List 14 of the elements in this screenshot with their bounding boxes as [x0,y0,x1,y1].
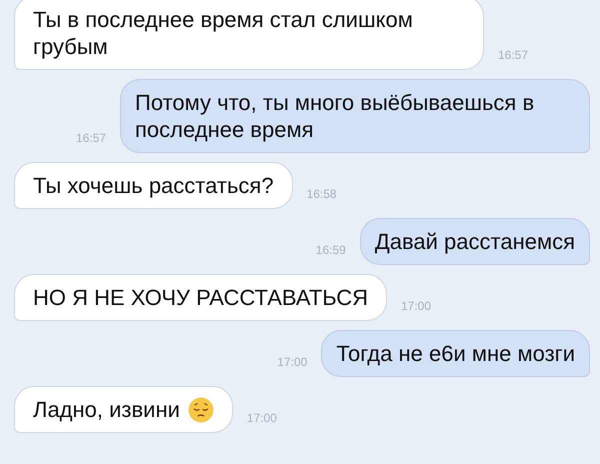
message-time: 17:00 [246,411,277,427]
message-text: Тогда не е6и мне мозги [336,340,575,367]
message-text: Давай расстанемся [374,228,575,255]
message-text: Потому что, ты много выёбываешься в последнее время [135,89,536,143]
message-time: 16:57 [498,48,528,64]
message-time: 16:58 [306,187,337,203]
message-time: 16:59 [316,243,346,259]
message-time: 16:57 [76,131,106,147]
message-time: 17:00 [401,299,432,315]
message-text: НО Я НЕ ХОЧУ РАССТАВАТЬСЯ [33,284,368,311]
message-text: Ты хочешь расстаться? [33,172,274,199]
message-text: Ладно, извини [33,396,180,423]
message-time: 17:00 [277,355,308,371]
message-text: Ты в последнее время стал слишком грубым [33,6,414,60]
